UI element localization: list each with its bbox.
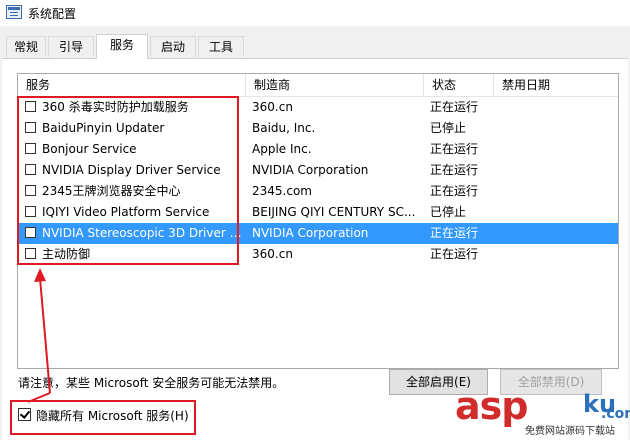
list-header: 服务 制造商 状态 禁用日期: [18, 74, 618, 97]
manufacturer: BEIJING QIYI CENTURY SC...: [252, 205, 416, 219]
tab-startup[interactable]: 启动: [150, 36, 196, 57]
manufacturer: Apple Inc.: [252, 142, 312, 156]
status: 正在运行: [430, 184, 479, 198]
status: 正在运行: [430, 142, 479, 156]
annotation-box-service-checkboxes: [17, 96, 239, 265]
tab-services[interactable]: 服务: [96, 34, 148, 59]
status: 正在运行: [430, 100, 479, 114]
status: 正在运行: [430, 226, 479, 240]
status: 正在运行: [430, 247, 479, 261]
watermark-logo: asp ku .com 免费网站源码下载站: [455, 384, 630, 439]
security-note: 请注意，某些 Microsoft 安全服务可能无法禁用。: [18, 376, 285, 390]
tab-strip: 常规 引导 服务 启动 工具: [0, 34, 630, 59]
column-header-disabled-date[interactable]: 禁用日期: [494, 74, 618, 96]
title-bar[interactable]: 系统配置: [0, 0, 630, 26]
status: 已停止: [430, 205, 467, 219]
watermark-tagline: 免费网站源码下载站: [525, 422, 615, 437]
window-title: 系统配置: [28, 7, 77, 21]
manufacturer: 360.cn: [252, 100, 293, 114]
tab-general[interactable]: 常规: [6, 36, 46, 57]
manufacturer: 360.cn: [252, 247, 293, 261]
manufacturer: 2345.com: [252, 184, 312, 198]
manufacturer: NVIDIA Corporation: [252, 226, 369, 240]
watermark-tld: .com: [601, 406, 630, 422]
column-header-status[interactable]: 状态: [424, 74, 494, 96]
status: 已停止: [430, 121, 467, 135]
annotation-box-hide-ms: [10, 400, 196, 435]
column-header-manufacturer[interactable]: 制造商: [246, 74, 424, 96]
msconfig-app-icon: [6, 5, 22, 19]
tab-tools[interactable]: 工具: [198, 36, 244, 57]
status: 正在运行: [430, 163, 479, 177]
tab-boot[interactable]: 引导: [48, 36, 94, 57]
manufacturer: Baidu, Inc.: [252, 121, 316, 135]
manufacturer: NVIDIA Corporation: [252, 163, 369, 177]
column-header-service[interactable]: 服务: [18, 74, 246, 96]
watermark-brand: asp: [455, 384, 528, 428]
